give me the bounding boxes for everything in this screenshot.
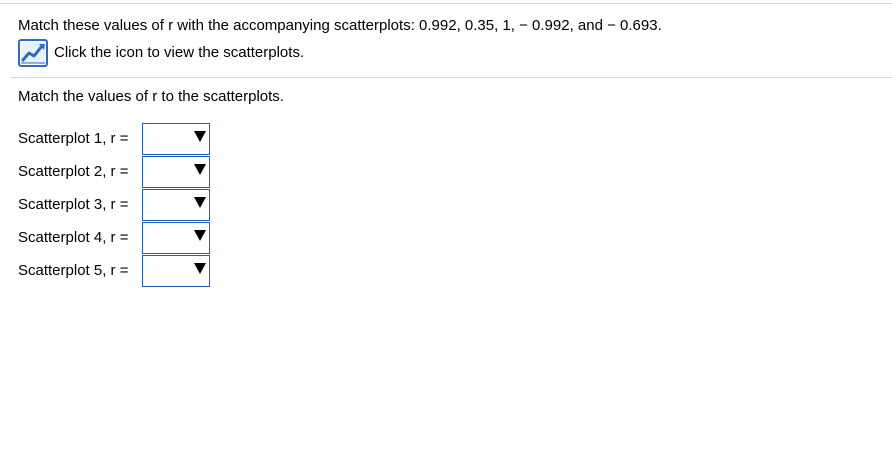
line-chart-icon[interactable] [18, 39, 48, 67]
answer-row-3: Scatterplot 3, r = [18, 188, 210, 222]
dropdown-arrow-icon [194, 229, 206, 241]
scatterplot-2-dropdown[interactable] [142, 156, 210, 189]
answer-row-5: Scatterplot 5, r = [18, 254, 210, 287]
scatterplot-4-label: Scatterplot 4, r = [18, 228, 129, 246]
view-scatterplots-text: Click the icon to view the scatterplots. [54, 44, 305, 61]
question-text: Match these values of r with the accompa… [18, 17, 662, 34]
top-divider [0, 3, 892, 4]
instruction-text: Match the values of r to the scatterplot… [18, 88, 284, 105]
answer-row-4: Scatterplot 4, r = [18, 221, 210, 254]
scatterplot-5-dropdown[interactable] [142, 254, 210, 287]
scatterplot-4-dropdown[interactable] [142, 221, 210, 254]
scatterplot-3-dropdown[interactable] [142, 188, 210, 221]
answer-rows: Scatterplot 1, r = Scatterplot 2, r = Sc… [18, 123, 210, 287]
page: Match these values of r with the accompa… [0, 0, 892, 476]
scatterplot-1-label: Scatterplot 1, r = [18, 130, 129, 148]
dropdown-arrow-icon [194, 131, 206, 143]
answer-row-1: Scatterplot 1, r = [18, 123, 210, 156]
scatterplot-5-label: Scatterplot 5, r = [18, 261, 129, 279]
scatterplot-2-label: Scatterplot 2, r = [18, 163, 129, 181]
scatterplot-1-dropdown[interactable] [142, 123, 210, 156]
dropdown-arrow-icon [194, 196, 206, 208]
dropdown-arrow-icon [194, 262, 206, 274]
dropdown-arrow-icon [194, 164, 206, 176]
section-divider [10, 77, 892, 78]
scatterplot-3-label: Scatterplot 3, r = [18, 195, 129, 213]
answer-row-2: Scatterplot 2, r = [18, 156, 210, 189]
scatterplot-link-row: Click the icon to view the scatterplots. [18, 39, 304, 67]
